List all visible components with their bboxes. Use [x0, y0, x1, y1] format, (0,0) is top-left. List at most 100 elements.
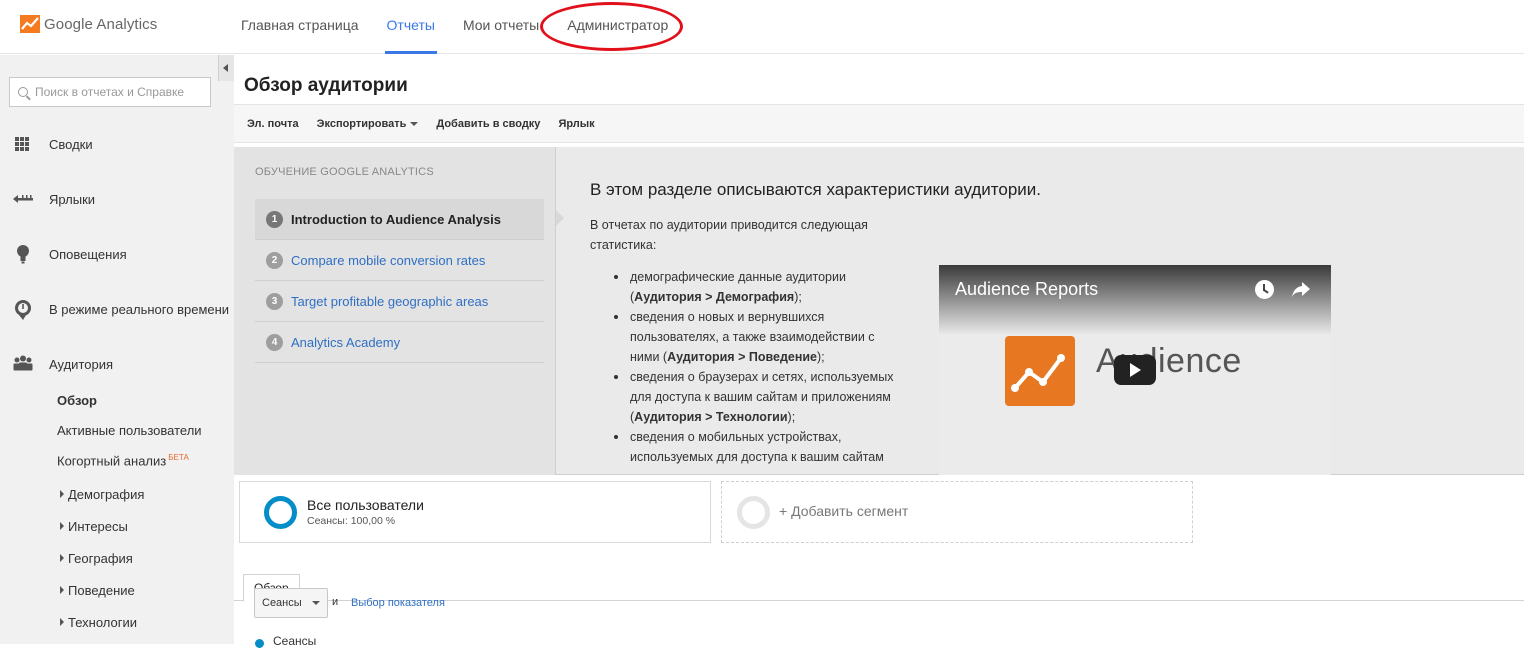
cohort-label: Когортный анализ	[57, 453, 167, 469]
expand-arrow-icon	[60, 586, 64, 594]
list-item: сведения о новых и вернувшихся пользоват…	[608, 307, 904, 367]
tree-label: Демография	[68, 487, 145, 502]
report-toolbar: Эл. почта Экспортировать Добавить в свод…	[234, 104, 1524, 143]
sidebar-tree-interests[interactable]: Интересы	[60, 519, 128, 534]
brand-name: Google Analytics	[44, 15, 158, 33]
step-label: Introduction to Audience Analysis	[291, 211, 501, 227]
collapse-sidebar-button[interactable]	[218, 55, 234, 81]
email-button[interactable]: Эл. почта	[247, 118, 299, 130]
shortcut-button[interactable]: Ярлык	[558, 118, 594, 130]
segments-area: Все пользователи Сеансы: 100,00 % + Доба…	[234, 476, 1524, 648]
people-icon	[0, 349, 49, 379]
search-input[interactable]	[35, 85, 205, 99]
learning-title: В этом разделе описываются характеристик…	[590, 180, 1042, 199]
step-label: Compare mobile conversion rates	[291, 252, 486, 268]
segment-all-users[interactable]: Все пользователи Сеансы: 100,00 %	[239, 481, 711, 543]
learning-content: В этом разделе описываются характеристик…	[556, 147, 1524, 475]
learning-intro: В отчетах по аудитории приводится следую…	[590, 218, 868, 252]
sidebar-item-realtime[interactable]: В режиме реального времени	[0, 294, 234, 324]
learning-steps: ОБУЧЕНИЕ GOOGLE ANALYTICS 1 Introduction…	[234, 147, 556, 475]
sidebar-sub-overview[interactable]: Обзор	[57, 393, 97, 408]
analytics-logo-icon	[20, 14, 40, 34]
beta-badge: БЕТА	[168, 453, 189, 462]
sidebar-item-label: Ярлыки	[49, 191, 96, 207]
learning-panel: ОБУЧЕНИЕ GOOGLE ANALYTICS 1 Introduction…	[234, 147, 1524, 475]
realtime-clock-icon	[0, 294, 49, 324]
tree-label: Поведение	[68, 583, 135, 598]
tree-label: География	[68, 551, 133, 566]
sidebar-tree-technology[interactable]: Технологии	[60, 615, 137, 630]
sidebar-item-label: Сводки	[49, 136, 93, 152]
watch-later-icon[interactable]	[1255, 280, 1274, 299]
play-button[interactable]	[1114, 355, 1156, 385]
search-icon	[18, 87, 28, 97]
report-search[interactable]	[9, 77, 211, 107]
list-item: сведения о браузерах и сетях, используем…	[608, 367, 904, 427]
video-header	[939, 265, 1331, 335]
nav-admin[interactable]: Администратор	[553, 0, 682, 54]
video-player[interactable]: Audience Audience Reports	[939, 265, 1331, 475]
add-to-dashboard-button[interactable]: Добавить в сводку	[436, 118, 540, 130]
expand-arrow-icon	[60, 490, 64, 498]
sidebar-item-audience[interactable]: Аудитория	[0, 349, 234, 379]
add-segment-button[interactable]: + Добавить сегмент	[721, 481, 1193, 543]
lightbulb-icon	[0, 239, 49, 269]
export-label: Экспортировать	[316, 117, 407, 130]
chevron-down-icon	[410, 121, 419, 126]
segment-title: Все пользователи	[307, 497, 424, 513]
sidebar-item-alerts[interactable]: Оповещения	[0, 239, 234, 269]
video-title[interactable]: Audience Reports	[955, 279, 1098, 300]
legend-label: Сеансы	[273, 634, 317, 648]
add-segment-label: + Добавить сегмент	[779, 503, 909, 519]
shortcut-arrow-icon	[0, 184, 49, 214]
sidebar-sub-active-users[interactable]: Активные пользователи	[57, 423, 202, 438]
step-number: 3	[266, 292, 283, 310]
sidebar-tree-behavior[interactable]: Поведение	[60, 583, 135, 598]
nav-reports[interactable]: Отчеты	[373, 0, 449, 54]
learning-step-4[interactable]: 4 Analytics Academy	[255, 322, 544, 363]
sidebar-sub-cohort-analysis[interactable]: Когортный анализ БЕТА	[57, 453, 189, 468]
segment-subtitle: Сеансы: 100,00 %	[307, 515, 396, 527]
step-number: 4	[266, 333, 283, 351]
sidebar-item-label: Аудитория	[49, 356, 114, 372]
sidebar-tree-demographics[interactable]: Демография	[60, 487, 144, 502]
expand-arrow-icon	[60, 554, 64, 562]
and-label: и	[332, 596, 339, 608]
learning-step-3[interactable]: 3 Target profitable geographic areas	[255, 281, 544, 322]
segment-ring-icon	[737, 496, 770, 529]
metric-select-value: Сеансы	[262, 597, 302, 609]
sidebar-item-label: Оповещения	[49, 246, 127, 262]
main-nav: Главная страница Отчеты Мои отчеты Админ…	[227, 0, 682, 54]
sidebar-item-label: В режиме реального времени	[49, 301, 230, 317]
export-button[interactable]: Экспортировать	[317, 118, 419, 130]
learning-bullets: демографические данные аудитории (Аудито…	[608, 267, 904, 475]
list-item: сведения о мобильных устройствах, исполь…	[608, 427, 904, 467]
chevron-down-icon	[311, 601, 320, 605]
step-label: Target profitable geographic areas	[291, 293, 489, 309]
sidebar: Сводки Ярлыки Оповещения В режиме реальн…	[0, 55, 234, 644]
sidebar-item-shortcuts[interactable]: Ярлыки	[0, 184, 234, 214]
segment-ring-icon	[264, 496, 297, 529]
top-bar: Google Analytics Главная страница Отчеты…	[0, 0, 1524, 54]
sidebar-item-dashboards[interactable]: Сводки	[0, 129, 234, 159]
grid-icon	[0, 129, 49, 159]
step-number: 1	[266, 210, 283, 228]
tree-label: Технологии	[68, 615, 138, 630]
learning-step-1[interactable]: 1 Introduction to Audience Analysis	[255, 199, 544, 240]
page-title: Обзор аудитории	[244, 75, 408, 96]
learning-heading: ОБУЧЕНИЕ GOOGLE ANALYTICS	[255, 166, 434, 178]
step-number: 2	[266, 251, 283, 269]
google-analytics-logo[interactable]: Google Analytics	[20, 12, 157, 36]
analytics-logo-icon	[1005, 336, 1075, 406]
sidebar-tree-geo[interactable]: География	[60, 551, 133, 566]
tree-label: Интересы	[68, 519, 128, 534]
main-content: Обзор аудитории Эл. почта Экспортировать…	[234, 55, 1524, 648]
learning-step-2[interactable]: 2 Compare mobile conversion rates	[255, 240, 544, 281]
nav-my-reports[interactable]: Мои отчеты	[449, 0, 553, 54]
nav-home[interactable]: Главная страница	[227, 0, 373, 54]
choose-metric-link[interactable]: Выбор показателя	[351, 597, 445, 609]
expand-arrow-icon	[60, 522, 64, 530]
share-icon[interactable]	[1291, 280, 1311, 298]
expand-arrow-icon	[60, 618, 64, 626]
metric-select[interactable]: Сеансы	[254, 588, 328, 618]
